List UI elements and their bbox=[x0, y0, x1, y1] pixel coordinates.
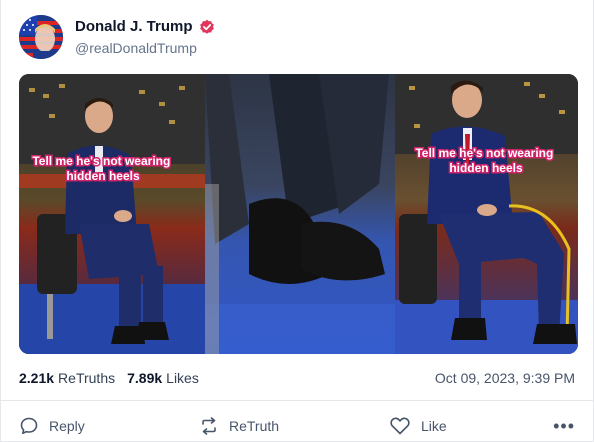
post-actions: Reply ReTruth Like ••• bbox=[19, 412, 575, 440]
retruth-button[interactable]: ReTruth bbox=[199, 416, 389, 436]
post-header: Donald J. Trump @realDonaldTrump bbox=[19, 14, 215, 60]
media-panel-middle bbox=[205, 74, 395, 354]
media-panel-right bbox=[395, 74, 578, 354]
more-options-button[interactable]: ••• bbox=[553, 416, 575, 437]
media-panel-left bbox=[19, 74, 205, 354]
author-display-name[interactable]: Donald J. Trump bbox=[75, 18, 193, 36]
post-card: Donald J. Trump @realDonaldTrump Tell me… bbox=[0, 0, 594, 442]
author-handle[interactable]: @realDonaldTrump bbox=[75, 39, 215, 57]
heart-icon bbox=[390, 417, 410, 435]
verified-badge-icon bbox=[199, 19, 215, 35]
like-button[interactable]: Like bbox=[389, 416, 529, 436]
retruths-count[interactable]: 2.21k bbox=[19, 370, 54, 386]
likes-count[interactable]: 7.89k bbox=[127, 370, 162, 386]
post-media[interactable]: Tell me he's not wearing hidden heels Te… bbox=[19, 74, 578, 354]
avatar[interactable] bbox=[19, 15, 63, 59]
name-row: Donald J. Trump bbox=[75, 18, 215, 36]
reply-icon bbox=[20, 417, 38, 435]
author-names: Donald J. Trump @realDonaldTrump bbox=[75, 18, 215, 57]
like-label: Like bbox=[421, 418, 447, 434]
reply-label: Reply bbox=[49, 418, 85, 434]
post-stats: 2.21k ReTruths 7.89k Likes Oct 09, 2023,… bbox=[19, 368, 575, 388]
divider bbox=[1, 400, 593, 401]
retruth-label: ReTruth bbox=[229, 418, 280, 434]
avatar-image bbox=[19, 15, 63, 59]
post-timestamp[interactable]: Oct 09, 2023, 9:39 PM bbox=[435, 370, 575, 386]
retruths-label[interactable]: ReTruths bbox=[58, 370, 115, 386]
likes-label[interactable]: Likes bbox=[166, 370, 199, 386]
retruth-icon bbox=[202, 417, 216, 435]
reply-button[interactable]: Reply bbox=[19, 416, 199, 436]
